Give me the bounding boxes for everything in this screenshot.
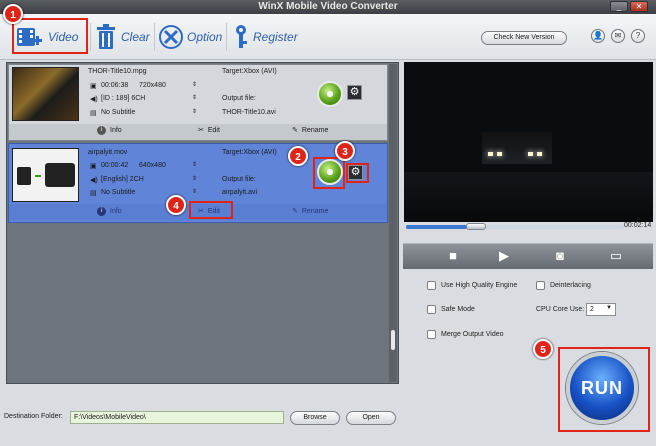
step-badge-3: 3 [335,141,355,161]
key-icon [236,25,247,48]
xbox-target-icon[interactable] [317,81,343,107]
subtitle-icon: ▤ [90,190,97,197]
dropdown-arrow-icon[interactable]: ⇕ [192,161,197,168]
open-button[interactable]: Open [346,411,396,425]
resolution: 720x480 [139,82,166,89]
audio-track: [English] 2CH [101,176,144,183]
seek-thumb[interactable] [466,223,486,230]
toolbar-divider [154,23,155,51]
output-file: airpalyit.avi [222,189,258,196]
register-button[interactable]: Register [233,14,298,60]
option-label: Option [187,30,223,44]
deinterlacing-label: Deinterlacing [550,282,591,289]
subtitle: No Subtitle [101,189,136,196]
high-quality-checkbox[interactable] [427,281,436,290]
info-button[interactable]: i Info [97,126,122,135]
trash-icon [97,24,115,49]
target-format: Target:Xbox (AVI) [222,68,277,75]
audio-icon: ◀) [90,177,98,184]
edit-label: Edit [207,126,220,134]
gear-icon[interactable]: ⚙ [347,85,362,100]
step-badge-5: 5 [533,339,553,359]
clock-icon: ▣ [90,83,97,90]
rename-button[interactable]: ✎ Rename [292,126,329,135]
clear-button[interactable]: Clear [95,14,150,60]
merge-output-checkbox[interactable] [427,330,436,339]
toolbar-divider [226,23,227,51]
video-preview [404,62,653,222]
target-format: Target:Xbox (AVI) [222,149,277,156]
file-name: airpalyit.mov [88,149,128,156]
output-file: THOR-Title10.avi [222,109,276,116]
dropdown-arrow-icon[interactable]: ⇕ [192,175,197,182]
scrollbar-thumb[interactable] [391,330,395,350]
info-icon: i [97,207,106,216]
window-title: WinX Mobile Video Converter [258,1,398,12]
deinterlacing-checkbox[interactable] [536,281,545,290]
mail-icon[interactable]: ✉ [611,29,625,43]
clear-label: Clear [121,30,150,44]
subtitle: No Subtitle [101,109,136,116]
check-new-version-button[interactable]: Check New Version [481,31,567,45]
rename-icon: ✎ [292,208,298,215]
step-badge-1: 1 [3,4,23,24]
safe-mode-checkbox[interactable] [427,305,436,314]
rename-button[interactable]: ✎ Rename [292,207,329,216]
rename-label: Rename [301,207,329,215]
help-icon[interactable]: ? [631,29,645,43]
highlight-box-run [558,347,650,432]
register-label: Register [253,30,298,44]
rename-icon: ✎ [292,127,298,134]
close-button[interactable]: ✕ [630,1,648,12]
file-name: THOR-Title10.mpg [88,68,147,75]
video-thumbnail [12,148,79,202]
destination-path-input[interactable]: F:\Videos\MobileVideo\ [70,411,284,424]
merge-output-label: Merge Output Video [441,331,504,338]
cpu-core-label: CPU Core Use: [536,306,585,313]
destination-label: Destination Folder: [4,413,63,420]
rename-label: Rename [301,126,329,134]
wrench-screwdriver-icon [159,25,183,49]
seek-progress [406,225,467,229]
info-label: Info [110,208,122,215]
dropdown-arrow-icon[interactable]: ⇕ [192,81,197,88]
clock-icon: ▣ [90,163,97,170]
subtitle-icon: ▤ [90,110,97,117]
toolbar-divider [90,23,91,51]
option-button[interactable]: Option [159,14,222,60]
stop-icon[interactable]: ■ [433,245,473,267]
safe-mode-label: Safe Mode [441,306,475,313]
minimize-button[interactable]: _ [610,1,628,12]
snapshot-icon[interactable]: ◙ [540,245,580,267]
dropdown-arrow-icon[interactable]: ⇕ [192,94,197,101]
info-label: Info [110,127,122,134]
dropdown-arrow-icon[interactable]: ⇕ [192,188,197,195]
play-icon[interactable]: ▶ [484,245,524,267]
browse-button[interactable]: Browse [290,411,340,425]
duration: 00:06:38 [101,82,129,89]
scissors-icon: ✂ [198,127,204,134]
chevron-down-icon: ▼ [606,305,612,311]
video-thumbnail [12,67,79,121]
output-label: Output file: [222,176,256,183]
account-icon[interactable]: 👤 [591,29,605,43]
info-icon: i [97,126,106,135]
highlight-box-target [313,157,345,189]
duration: 00:00:42 [101,162,129,169]
high-quality-label: Use High Quality Engine [441,282,518,289]
audio-icon: ◀) [90,96,98,103]
output-label: Output file: [222,95,256,102]
highlight-box-settings [346,163,369,183]
audio-track: [ID : 189] 6CH [101,95,146,102]
playback-time: 00:02:14 [624,222,652,229]
step-badge-4: 4 [166,195,186,215]
info-button[interactable]: i Info [97,207,122,216]
step-badge-2: 2 [288,146,308,166]
highlight-box-video [12,18,88,54]
dropdown-arrow-icon[interactable]: ⇕ [192,108,197,115]
resolution: 640x480 [139,162,166,169]
folder-icon[interactable]: ▭ [596,245,636,267]
edit-button[interactable]: ✂ Edit [198,126,220,135]
highlight-box-edit [189,201,233,219]
